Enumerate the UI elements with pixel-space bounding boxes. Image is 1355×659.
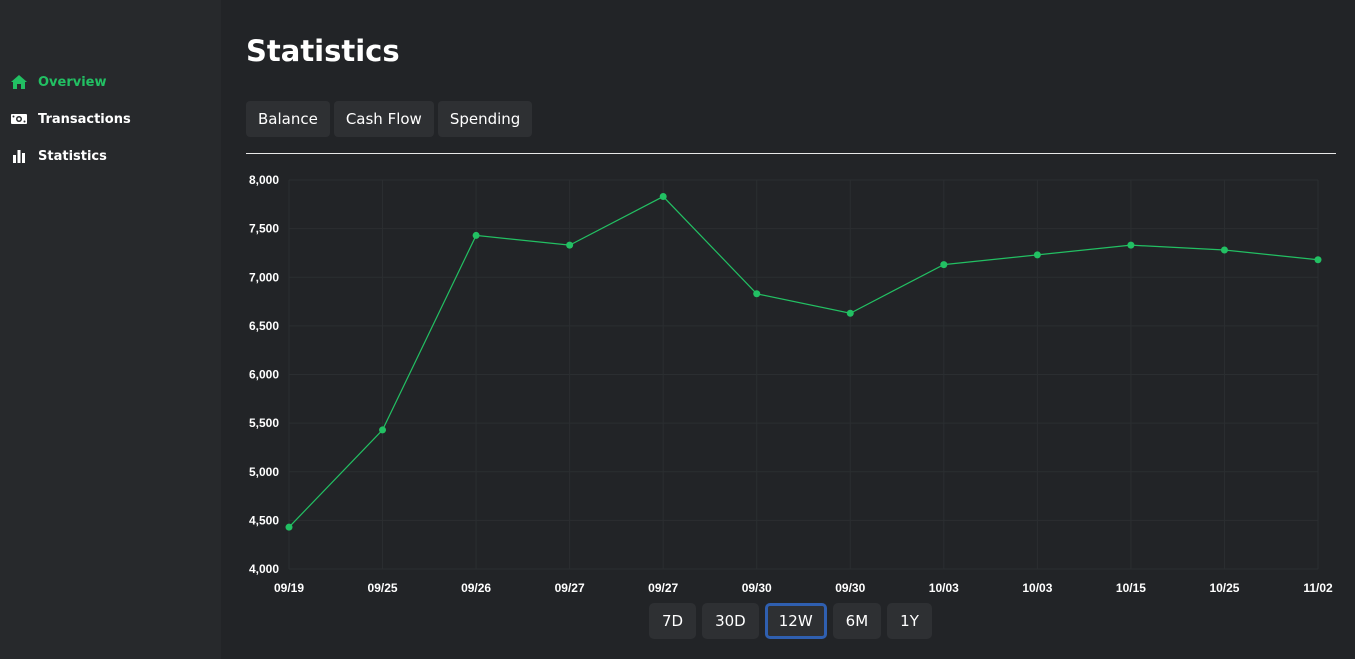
range-30d-button[interactable]: 30D — [702, 603, 759, 639]
data-point[interactable] — [566, 241, 574, 249]
range-6m-button[interactable]: 6M — [832, 603, 882, 639]
y-tick-label: 4,500 — [249, 513, 279, 527]
y-tick-label: 6,500 — [249, 319, 279, 333]
x-tick-label: 10/15 — [1116, 581, 1146, 595]
data-point[interactable] — [846, 309, 854, 317]
data-point[interactable] — [1220, 246, 1228, 254]
y-tick-label: 5,500 — [249, 416, 279, 430]
data-point[interactable] — [1033, 251, 1041, 259]
x-tick-label: 09/19 — [274, 581, 304, 595]
x-tick-label: 09/27 — [555, 581, 585, 595]
y-tick-label: 7,000 — [249, 270, 279, 284]
x-tick-label: 09/26 — [461, 581, 491, 595]
range-12w-button[interactable]: 12W — [764, 603, 827, 639]
x-tick-label: 10/03 — [1022, 581, 1052, 595]
x-tick-label: 09/27 — [648, 581, 678, 595]
x-tick-label: 10/03 — [929, 581, 959, 595]
data-point[interactable] — [659, 193, 667, 201]
time-range-selector: 7D 30D 12W 6M 1Y — [649, 603, 932, 639]
y-tick-label: 4,000 — [249, 562, 279, 576]
data-point[interactable] — [1314, 256, 1322, 264]
y-tick-label: 7,500 — [249, 222, 279, 236]
data-point[interactable] — [379, 426, 387, 434]
x-tick-label: 09/30 — [835, 581, 865, 595]
x-tick-label: 11/02 — [1303, 581, 1333, 595]
data-point[interactable] — [940, 261, 948, 269]
data-point[interactable] — [753, 290, 761, 298]
x-tick-label: 09/25 — [368, 581, 398, 595]
y-tick-label: 5,000 — [249, 465, 279, 479]
y-tick-label: 8,000 — [249, 173, 279, 187]
range-1y-button[interactable]: 1Y — [887, 603, 932, 639]
data-point[interactable] — [285, 523, 293, 531]
x-tick-label: 09/30 — [742, 581, 772, 595]
y-tick-label: 6,000 — [249, 368, 279, 382]
balance-line-chart: 4,000 4,500 5,000 5,500 6,000 6,500 7,000 7,500… — [249, 173, 1333, 595]
series-line — [288, 195, 1319, 528]
data-point[interactable] — [1127, 241, 1135, 249]
data-point[interactable] — [472, 231, 480, 239]
main-content: Statistics Balance Cash Flow Spending 4,… — [246, 0, 1336, 659]
range-7d-button[interactable]: 7D — [649, 603, 697, 639]
app-window: Overview Transactions Statistics Statist… — [0, 0, 1355, 659]
x-tick-label: 10/25 — [1209, 581, 1239, 595]
